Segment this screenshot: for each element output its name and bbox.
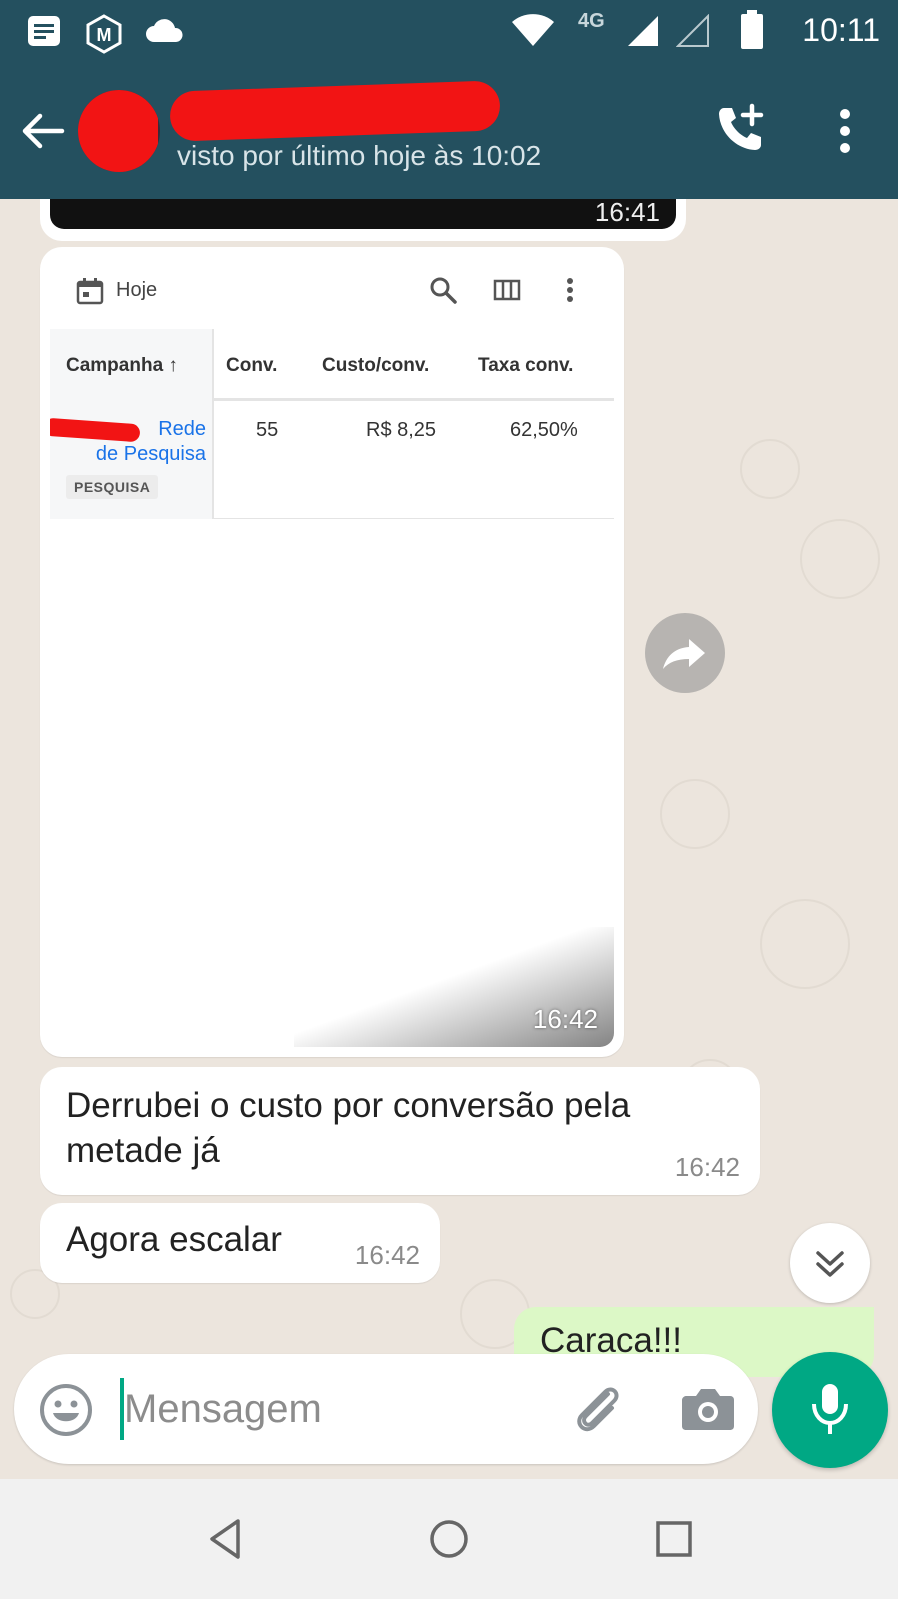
network-type: 4G [578, 10, 605, 32]
contact-name-redaction[interactable] [169, 80, 501, 142]
previous-image [50, 199, 676, 229]
avatar[interactable] [78, 90, 160, 172]
message-time: 16:42 [354, 1240, 420, 1270]
forward-button[interactable] [645, 613, 725, 693]
incoming-message[interactable]: Derrubei o custo por conversão pela meta… [40, 1067, 760, 1195]
shared-screenshot[interactable]: Hoje Campanha ↑ Conv. Custo/conv. Taxa c… [50, 257, 614, 1047]
system-navigation-bar [0, 1479, 898, 1599]
forward-icon [663, 639, 705, 669]
svg-text:M: M [97, 25, 112, 45]
calendar-icon [76, 278, 104, 305]
wallpaper-doodle [760, 899, 850, 989]
nav-recents-button[interactable] [648, 1513, 700, 1565]
message-text: Derrubei o custo por conversão pela meta… [66, 1086, 631, 1170]
avatar-redaction [78, 90, 158, 172]
message-time: 16:42 [674, 1152, 740, 1182]
screenshot-toolbar: Hoje [50, 257, 614, 323]
overflow-menu-button[interactable] [830, 106, 860, 156]
message-composer [14, 1354, 758, 1464]
signal-icon [628, 16, 658, 46]
signal-empty-icon [676, 14, 709, 47]
wifi-icon [512, 14, 554, 46]
image-message[interactable]: Hoje Campanha ↑ Conv. Custo/conv. Taxa c… [40, 247, 624, 1057]
cloud-icon [146, 19, 183, 42]
columns-icon [493, 279, 521, 301]
wallpaper-doodle [800, 519, 880, 599]
campaign-type-badge: PESQUISA [66, 475, 159, 499]
column-header-conv: Conv. [226, 355, 278, 376]
chat-header: visto por último hoje às 10:02 [0, 66, 898, 199]
message-text: Agora escalar [66, 1220, 282, 1259]
double-chevron-down-icon [816, 1251, 844, 1277]
last-seen-status[interactable]: visto por último hoje às 10:02 [177, 140, 541, 172]
cell-conv-rate: 62,50% [510, 419, 578, 441]
search-icon [430, 277, 457, 304]
back-button[interactable] [18, 106, 68, 156]
campaign-cell: Rede de Pesquisa PESQUISA [50, 401, 214, 519]
table-row: Rede de Pesquisa PESQUISA 55 R$ 8,25 62,… [50, 401, 614, 519]
battery-icon [741, 10, 763, 49]
m-app-icon: M [86, 14, 122, 54]
message-input[interactable] [124, 1372, 544, 1446]
previous-image-message[interactable]: 16:41 [40, 199, 686, 241]
wallpaper-doodle [660, 779, 730, 849]
cell-conv: 55 [256, 419, 279, 441]
chat-area[interactable]: 16:41 Hoje Campanha ↑ Conv. Custo/conv. … [0, 199, 898, 1479]
emoji-button[interactable] [38, 1382, 94, 1438]
notification-icon [28, 16, 60, 46]
message-time: 16:42 [532, 1004, 598, 1034]
status-bar: M 4G 10:11 [0, 0, 898, 66]
more-options-icon [567, 278, 573, 302]
wallpaper-doodle [740, 439, 800, 499]
column-header-conv-rate: Taxa conv. [478, 355, 574, 376]
cell-cost-per-conv: R$ 8,25 [366, 419, 437, 441]
date-filter: Hoje [116, 279, 158, 301]
nav-back-button[interactable] [200, 1513, 252, 1565]
voice-message-button[interactable] [772, 1352, 888, 1468]
message-time: 16:41 [594, 199, 660, 227]
incoming-message[interactable]: Agora escalar 16:42 [40, 1203, 440, 1283]
add-call-button[interactable] [712, 102, 768, 158]
table-header: Campanha ↑ Conv. Custo/conv. Taxa conv. [50, 329, 614, 401]
scroll-to-bottom-button[interactable] [790, 1223, 870, 1303]
column-header-campaign: Campanha ↑ [66, 355, 178, 376]
attach-button[interactable] [568, 1380, 628, 1440]
nav-home-button[interactable] [423, 1513, 475, 1565]
microphone-icon [812, 1384, 848, 1434]
camera-button[interactable] [680, 1384, 736, 1434]
clock: 10:11 [802, 12, 880, 48]
column-header-cost-per-conv: Custo/conv. [322, 355, 430, 376]
